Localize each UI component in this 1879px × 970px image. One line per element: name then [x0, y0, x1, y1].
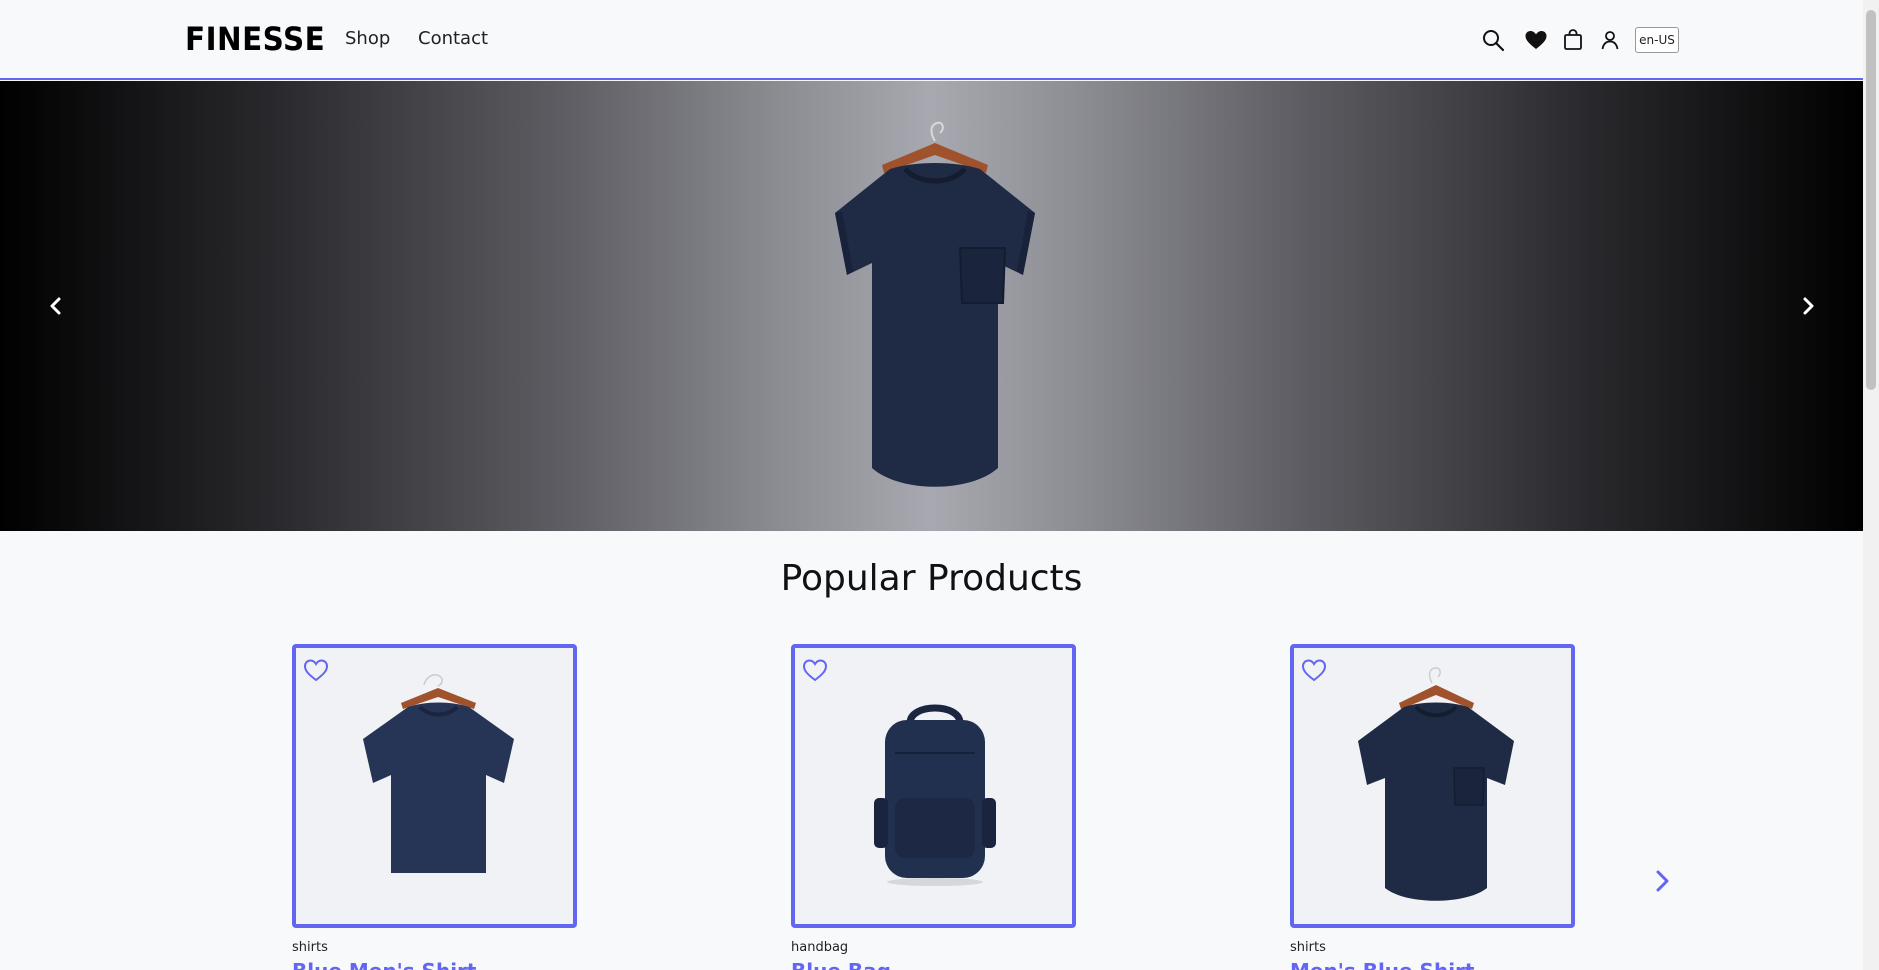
product-category: shirts — [292, 940, 328, 955]
carousel-prev-button[interactable] — [41, 291, 71, 321]
shopping-bag-icon[interactable] — [1561, 28, 1585, 52]
products-next-button[interactable] — [1645, 864, 1679, 898]
nav-contact-link[interactable]: Contact — [418, 28, 488, 49]
site-header: FINESSE Shop Contact en-US — [0, 0, 1863, 80]
favorite-heart-icon[interactable] — [302, 656, 330, 684]
heart-icon[interactable] — [1524, 28, 1548, 52]
search-icon[interactable] — [1481, 28, 1505, 52]
chevron-left-icon — [50, 297, 61, 315]
favorite-heart-icon[interactable] — [801, 656, 829, 684]
product-name[interactable]: Men's Blue Shirt — [1290, 959, 1575, 970]
product-category: handbag — [791, 940, 849, 955]
carousel-next-button[interactable] — [1793, 291, 1823, 321]
backpack-image — [874, 704, 996, 886]
site-logo[interactable]: FINESSE — [185, 20, 325, 58]
page-scrollbar[interactable] — [1863, 0, 1879, 970]
product-card[interactable]: handbag Blue Bag — [791, 644, 1076, 970]
product-image[interactable] — [292, 644, 577, 928]
product-category: shirts — [1290, 940, 1326, 955]
t-shirt-image — [363, 674, 514, 873]
product-card[interactable]: shirts Blue Men's Shirt — [292, 644, 577, 970]
user-icon[interactable] — [1598, 28, 1622, 52]
nav-shop-link[interactable]: Shop — [345, 28, 390, 49]
hero-product-image — [835, 121, 1035, 487]
product-name[interactable]: Blue Men's Shirt — [292, 959, 577, 970]
section-title: Popular Products — [780, 558, 1083, 599]
favorite-heart-icon[interactable] — [1300, 656, 1328, 684]
product-image[interactable] — [791, 644, 1076, 928]
chevron-right-icon — [1656, 870, 1669, 892]
product-card[interactable]: shirts Men's Blue Shirt — [1290, 644, 1575, 970]
hero-carousel — [0, 81, 1863, 531]
chevron-right-icon — [1803, 297, 1814, 315]
pocket-t-shirt-image — [1358, 667, 1514, 901]
product-image[interactable] — [1290, 644, 1575, 928]
locale-selector[interactable]: en-US — [1635, 27, 1679, 53]
scrollbar-thumb[interactable] — [1866, 10, 1876, 390]
product-name[interactable]: Blue Bag — [791, 959, 1076, 970]
